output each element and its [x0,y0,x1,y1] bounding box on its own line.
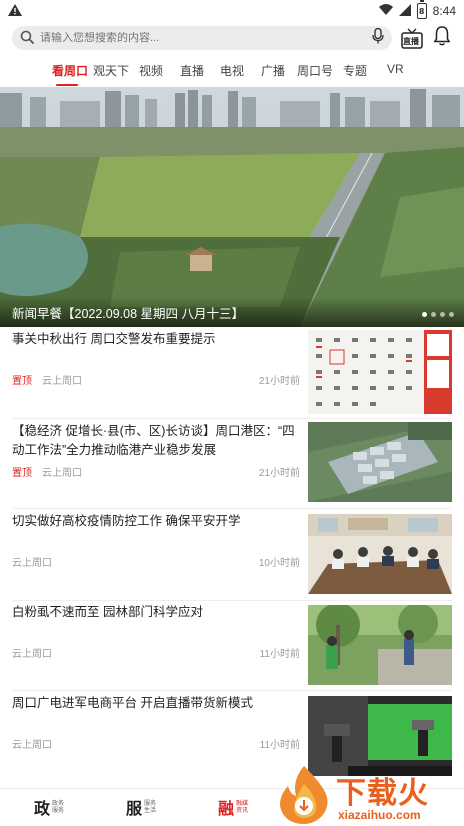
news-time: 11小时前 [259,649,300,660]
pinned-badge: 置顶 [12,376,32,387]
nav-item-label: 融 [218,801,235,818]
bell-icon [433,26,451,50]
news-meta: 置顶 云上周口 21小时前 [12,372,300,387]
news-source: 云上周口 [12,558,52,569]
nav-item-sublabel: 融媒 资讯 [236,800,248,814]
nav-item-sublabel: 服务 生活 [144,800,156,814]
nav-sublabel-line: 生活 [144,807,157,814]
news-title: 事关中秋出行 周口交警发布重要提示 [12,332,216,346]
news-thumbnail-meeting [308,514,452,594]
nav-item-rong[interactable]: 融 融媒 资讯 [218,795,248,819]
nav-sublabel-line: 政务 [52,800,65,807]
divider [12,690,452,691]
news-meta: 云上周口 11小时前 [12,645,300,660]
banner-caption: 新闻早餐【2022.09.08 星期四 八月十三】 [0,297,464,327]
banner-dots [422,312,454,317]
news-item[interactable]: 白粉虱不速而至 园林部门科学应对 云上周口 11小时前 [0,603,464,691]
wifi-icon [378,4,393,18]
divider [12,600,452,601]
tab-live[interactable]: 直播 [180,62,204,79]
alert-icon [8,3,22,19]
tab-video[interactable]: 视频 [139,62,163,79]
search-box[interactable] [12,26,392,50]
tab-guan-tianxia[interactable]: 观天下 [93,62,129,79]
channel-tabs: 看周口 观天下 视频 直播 电视 广播 周口号 专题 VR [0,62,464,86]
nav-item-label: 政 [34,801,51,818]
nav-sublabel-line: 服务 [144,800,157,807]
news-thumbnail-calendar [308,330,452,414]
banner-dot[interactable] [422,312,427,317]
banner-dot[interactable] [449,312,454,317]
news-meta: 云上周口 11小时前 [12,736,300,751]
banner-dot[interactable] [431,312,436,317]
tab-zhoukou-hao[interactable]: 周口号 [297,62,333,79]
news-item[interactable]: 事关中秋出行 周口交警发布重要提示 置顶 云上周口 21小时前 [0,330,464,420]
news-item[interactable]: 切实做好高校疫情防控工作 确保平安开学 云上周口 10小时前 [0,512,464,600]
nav-sublabel-line: 服务 [52,807,65,814]
news-time: 21小时前 [258,468,300,479]
news-title: 【稳经济 促增长·县(市、区)长访谈】周口港区：“四动工作法”全力推动临港产业稳… [12,424,295,457]
tab-kan-zhoukou[interactable]: 看周口 [52,62,88,79]
tab-indicator [56,84,78,86]
battery-icon: 8 [416,0,427,19]
news-source: 云上周口 [12,649,52,660]
tab-special[interactable]: 专题 [343,62,367,79]
banner-dot[interactable] [440,312,445,317]
news-source: 云上周口 [12,740,52,751]
search-input[interactable] [40,32,372,44]
divider [12,418,452,419]
status-bar: 8 8:44 [0,0,464,22]
nav-item-sublabel: 政务 服务 [52,800,64,814]
tab-tv[interactable]: 电视 [220,62,244,79]
news-time: 11小时前 [259,740,300,751]
news-time: 21小时前 [258,376,300,387]
watermark-text: 下载火 [336,777,429,810]
nav-sublabel-line: 资讯 [236,807,249,814]
news-item[interactable]: 【稳经济 促增长·县(市、区)长访谈】周口港区：“四动工作法”全力推动临港产业稳… [0,422,464,510]
banner-image [0,87,464,327]
news-source: 云上周口 [42,376,82,387]
news-time: 10小时前 [258,558,300,569]
news-title: 白粉虱不速而至 园林部门科学应对 [12,605,203,619]
tab-vr[interactable]: VR [387,62,404,76]
nav-item-label: 服 [126,801,143,818]
nav-item-zheng[interactable]: 政 政务 服务 [34,795,64,819]
battery-level: 8 [418,6,425,16]
signal-icon [398,3,411,19]
news-meta: 云上周口 10小时前 [12,554,300,569]
divider [12,508,452,509]
watermark: 下载火 xiazaihuo.com [272,764,464,826]
tv-label: 直播 [403,37,419,46]
notification-button[interactable] [432,26,452,50]
news-source: 云上周口 [42,468,82,479]
pinned-badge: 置顶 [12,468,32,479]
news-title: 周口广电进军电商平台 开启直播带货新模式 [12,696,253,710]
watermark-url: xiazaihuo.com [338,808,421,822]
tab-radio[interactable]: 广播 [261,62,285,79]
status-time: 8:44 [432,4,456,18]
banner-carousel[interactable]: 新闻早餐【2022.09.08 星期四 八月十三】 [0,87,464,327]
nav-item-fu[interactable]: 服 服务 生活 [126,795,156,819]
news-meta: 置顶 云上周口 21小时前 [12,464,300,479]
news-thumbnail-aerial-port [308,422,452,502]
news-thumbnail-park [308,605,452,685]
nav-sublabel-line: 融媒 [236,800,249,807]
live-tv-button[interactable]: 直播 [401,26,423,50]
mic-icon[interactable] [372,27,384,48]
news-title: 切实做好高校疫情防控工作 确保平安开学 [12,514,241,528]
search-row: 直播 [0,24,464,54]
tv-icon: 直播 [401,28,423,50]
search-icon [20,29,34,48]
watermark-flame-icon [280,766,328,824]
